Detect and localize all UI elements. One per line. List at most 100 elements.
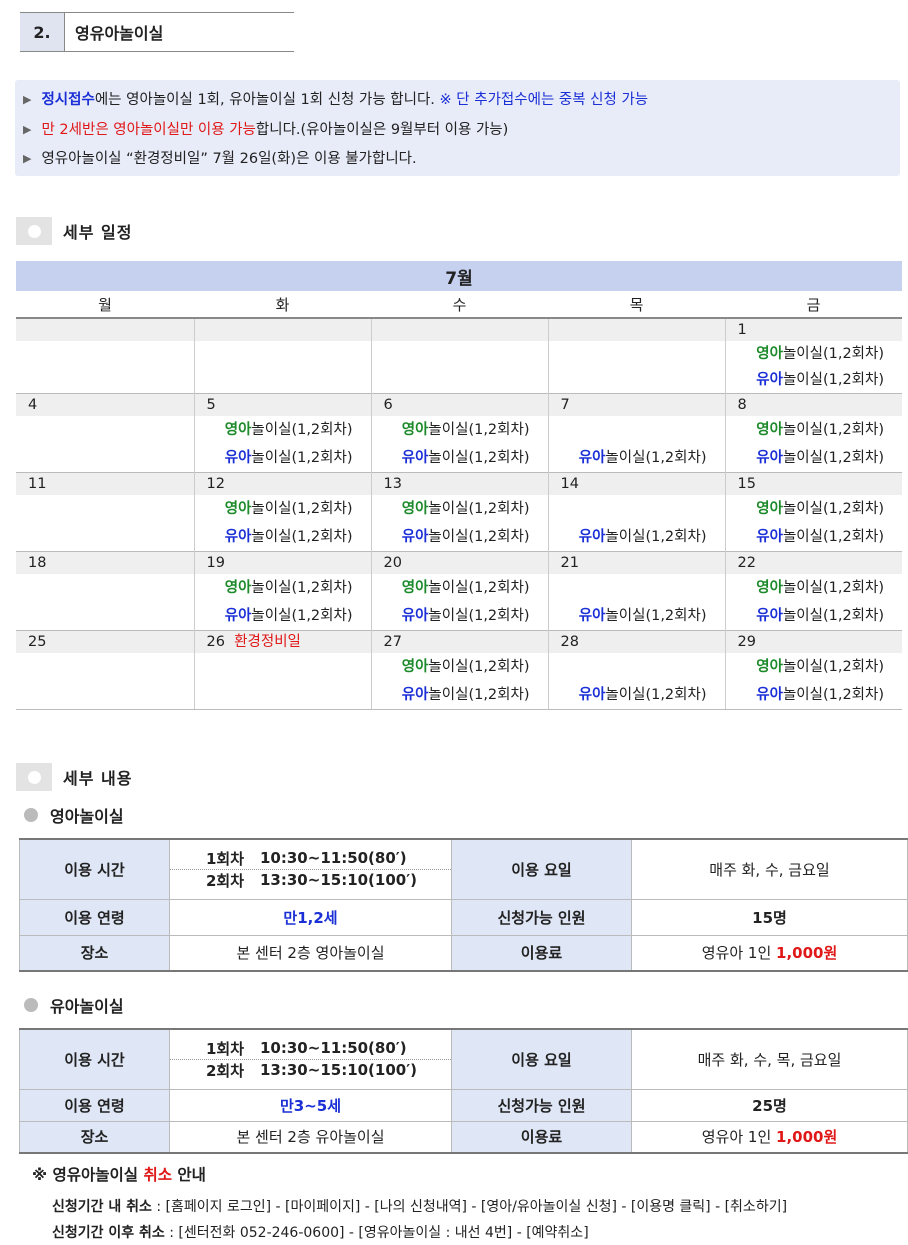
capacity-value: 25명: [631, 1088, 908, 1122]
fee-label: 이용료: [451, 1120, 632, 1154]
date-cell: 14: [547, 472, 725, 495]
session-times: 1회차 10:30~11:50(80′) 2회차 13:30~15:10(100′): [169, 838, 452, 900]
event-cell: 영아놀이실(1,2회차) 유아놀이실(1,2회차): [724, 416, 903, 473]
place-label: 장소: [19, 934, 170, 972]
toddler-room-event: 유아놀이실(1,2회차): [756, 372, 885, 388]
date-cell: 25: [16, 630, 194, 653]
toddler-room-event: 유아놀이실(1,2회차): [578, 687, 707, 703]
infant-room-heading: 영아놀이실: [24, 803, 124, 827]
infant-room-event: 영아놀이실(1,2회차): [756, 422, 885, 438]
date-cell: [16, 317, 194, 341]
triangle-bullet-icon: ▶: [23, 123, 32, 136]
date-cell: 27: [370, 630, 548, 653]
toddler-room-event: 유아놀이실(1,2회차): [756, 450, 885, 466]
weekday-header: 수: [371, 291, 548, 319]
date-cell: 20: [370, 551, 548, 574]
date-cell: 26 환경정비일: [193, 630, 371, 653]
age-value: 만3~5세: [169, 1088, 452, 1122]
fee-label: 이용료: [451, 934, 632, 972]
date-cell: 11: [16, 472, 194, 495]
fee-value: 영유아 1인 1,000원: [631, 934, 908, 972]
capacity-value: 15명: [631, 898, 908, 936]
toddler-room-event: 유아놀이실(1,2회차): [401, 608, 530, 624]
weekday-header: 화: [194, 291, 371, 319]
date-cell: 18: [16, 551, 194, 574]
toddler-room-event: 유아놀이실(1,2회차): [401, 529, 530, 545]
capacity-label: 신청가능 인원: [451, 898, 632, 936]
days-value: 매주 화, 수, 금요일: [631, 838, 908, 900]
fee-value: 영유아 1인 1,000원: [631, 1120, 908, 1154]
notice-line-3: ▶ 영유아놀이실 “환경정비일” 7월 26일(화)은 이용 불가합니다.: [23, 151, 417, 167]
triangle-bullet-icon: ▶: [23, 93, 32, 106]
weekday-header: 목: [548, 291, 725, 319]
event-cell: 영아놀이실(1,2회차) 유아놀이실(1,2회차): [370, 416, 548, 473]
infant-room-event: 영아놀이실(1,2회차): [401, 422, 530, 438]
infant-room-event: 영아놀이실(1,2회차): [224, 580, 353, 596]
day-label: 이용 요일: [451, 838, 632, 900]
place-label: 장소: [19, 1120, 170, 1154]
event-cell: 영아놀이실(1,2회차) 유아놀이실(1,2회차): [370, 653, 548, 710]
date-cell: 22: [724, 551, 903, 574]
toddler-room-event: 유아놀이실(1,2회차): [756, 529, 885, 545]
infant-room-table: 이용 시간 1회차 10:30~11:50(80′) 2회차 13:30~15:10…: [19, 838, 908, 972]
time-label: 이용 시간: [19, 1028, 170, 1090]
notice-line-1: ▶ 정시접수에는 영아놀이실 1회, 유아놀이실 1회 신청 가능 합니다. ※ …: [23, 92, 649, 108]
date-cell: 21: [547, 551, 725, 574]
notice-line-2: ▶ 만 2세반은 영아놀이실만 이용 가능합니다.(유아놀이실은 9월부터 이용 …: [23, 122, 509, 138]
date-cell: 12: [193, 472, 371, 495]
age-label: 이용 연령: [19, 898, 170, 936]
age-label: 이용 연령: [19, 1088, 170, 1122]
infant-room-event: 영아놀이실(1,2회차): [224, 422, 353, 438]
section-number: 2.: [20, 13, 64, 51]
date-cell: 29: [724, 630, 903, 653]
time-label: 이용 시간: [19, 838, 170, 900]
date-cell: 6: [370, 393, 548, 416]
section-title: 영유아놀이실: [64, 13, 163, 51]
toddler-room-event: 유아놀이실(1,2회차): [224, 608, 353, 624]
event-cell: 영아놀이실(1,2회차) 유아놀이실(1,2회차): [370, 495, 548, 552]
date-cell: 13: [370, 472, 548, 495]
toddler-room-event: 유아놀이실(1,2회차): [224, 529, 353, 545]
infant-room-event: 영아놀이실(1,2회차): [756, 659, 885, 675]
session-times: 1회차 10:30~11:50(80′) 2회차 13:30~15:10(100′): [169, 1028, 452, 1090]
age-value: 만1,2세: [169, 898, 452, 936]
infant-room-event: 영아놀이실(1,2회차): [224, 501, 353, 517]
toddler-room-event: 유아놀이실(1,2회차): [224, 450, 353, 466]
circle-marker-icon: [16, 217, 52, 245]
event-cell: 유아놀이실(1,2회차): [547, 495, 725, 552]
weekday-header: 금: [725, 291, 903, 319]
date-cell: 1: [724, 317, 903, 341]
event-cell: 유아놀이실(1,2회차): [547, 653, 725, 710]
date-cell: 7: [547, 393, 725, 416]
date-cell: 28: [547, 630, 725, 653]
weekday-header: 월: [16, 291, 194, 319]
event-cell: 영아놀이실(1,2회차) 유아놀이실(1,2회차): [724, 574, 903, 631]
event-cell: 영아놀이실(1,2회차) 유아놀이실(1,2회차): [724, 341, 903, 394]
notice-box: ▶ 정시접수에는 영아놀이실 1회, 유아놀이실 1회 신청 가능 합니다. ※ …: [15, 80, 900, 176]
date-cell: 4: [16, 393, 194, 416]
calendar-month: 7월: [16, 261, 903, 291]
toddler-room-event: 유아놀이실(1,2회차): [401, 687, 530, 703]
place-value: 본 센터 2층 영아놀이실: [169, 934, 452, 972]
cancel-heading: ※ 영유아놀이실 취소 안내: [32, 1166, 206, 1184]
event-cell: 유아놀이실(1,2회차): [547, 416, 725, 473]
day-label: 이용 요일: [451, 1028, 632, 1090]
days-value: 매주 화, 수, 목, 금요일: [631, 1028, 908, 1090]
event-cell: 유아놀이실(1,2회차): [547, 574, 725, 631]
event-cell: 영아놀이실(1,2회차) 유아놀이실(1,2회차): [193, 574, 371, 631]
infant-room-event: 영아놀이실(1,2회차): [401, 580, 530, 596]
section-header: 2. 영유아놀이실: [20, 12, 294, 52]
date-cell: 8: [724, 393, 903, 416]
toddler-room-event: 유아놀이실(1,2회차): [756, 608, 885, 624]
circle-marker-icon: [16, 763, 52, 791]
place-value: 본 센터 2층 유아놀이실: [169, 1120, 452, 1154]
infant-room-event: 영아놀이실(1,2회차): [756, 346, 885, 362]
triangle-bullet-icon: ▶: [23, 152, 32, 165]
date-cell: [193, 317, 371, 341]
infant-room-event: 영아놀이실(1,2회차): [756, 501, 885, 517]
date-cell: 5: [193, 393, 371, 416]
bullet-dot-icon: [24, 808, 38, 822]
date-cell: [547, 317, 725, 341]
event-cell: 영아놀이실(1,2회차) 유아놀이실(1,2회차): [724, 653, 903, 710]
infant-room-event: 영아놀이실(1,2회차): [756, 580, 885, 596]
